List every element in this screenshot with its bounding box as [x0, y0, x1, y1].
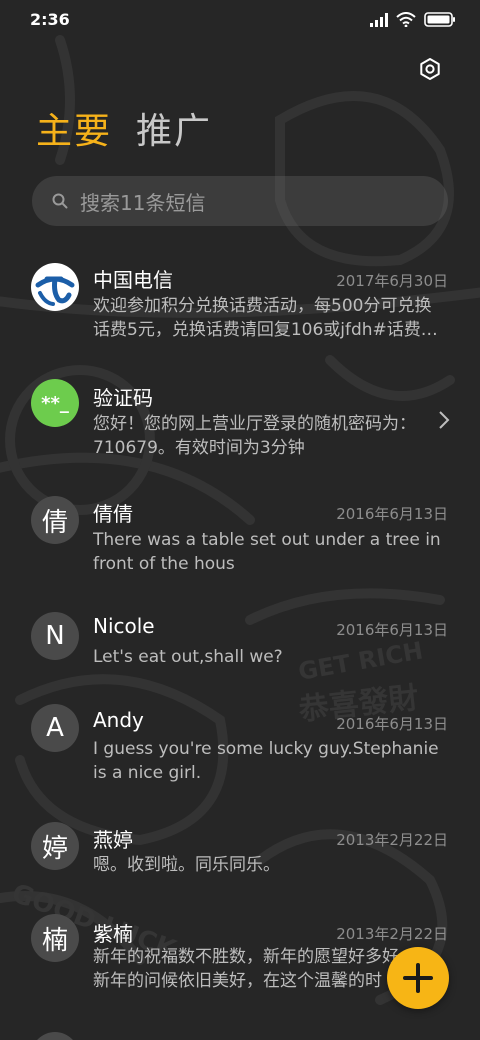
- message-date: 2016年6月13日: [336, 505, 448, 523]
- avatar: 楠: [31, 914, 79, 962]
- sender-name: 倩倩: [93, 502, 133, 526]
- conversation-item[interactable]: 倩 倩倩 2016年6月13日 There was a table set ou…: [0, 484, 480, 584]
- message-date: 2013年2月22日: [336, 925, 448, 943]
- compose-button[interactable]: [387, 947, 449, 1009]
- message-preview: 欢迎参加积分兑换话费活动，每500分可兑换 话费5元，兑换话费请回复106或jf…: [93, 294, 449, 342]
- search-icon: [52, 193, 68, 209]
- sender-name: 验证码: [93, 386, 153, 410]
- message-preview: Let's eat out,shall we?: [93, 645, 449, 669]
- battery-icon: [424, 12, 455, 27]
- message-date: 2016年6月13日: [336, 715, 448, 733]
- preview-line: There was a table set out under a tree i…: [93, 530, 441, 550]
- conversation-item[interactable]: 中国电信 2017年6月30日 欢迎参加积分兑换话费活动，每500分可兑换 话费…: [0, 250, 480, 350]
- preview-line: 新年的问候依旧美好，在这个温馨的时: [93, 971, 382, 991]
- sender-name: Andy: [93, 708, 144, 732]
- message-preview: There was a table set out under a tree i…: [93, 528, 449, 576]
- china-telecom-logo-icon: [31, 263, 79, 311]
- tab-bar: 主要 推广: [36, 108, 212, 156]
- preview-line: 话费5元，兑换话费请回复106或jfdh#话费…: [93, 320, 438, 340]
- message-date: 2017年6月30日: [336, 272, 448, 290]
- preview-line: Let's eat out,shall we?: [93, 647, 283, 667]
- preview-line: I guess you're some lucky guy.Stephanie: [93, 739, 439, 759]
- preview-line: front of the hous: [93, 554, 235, 574]
- signal-icon: [370, 12, 388, 27]
- tab-primary[interactable]: 主要: [36, 108, 112, 156]
- status-icons: [370, 12, 456, 27]
- search-bar[interactable]: 搜索11条短信: [32, 176, 448, 226]
- preview-line: 嗯。收到啦。同乐同乐。: [93, 855, 280, 875]
- sender-name: 燕婷: [93, 828, 133, 852]
- avatar-text: 楠: [41, 925, 68, 956]
- settings-button[interactable]: [418, 57, 442, 81]
- avatar: A: [31, 704, 79, 752]
- plus-icon: [403, 963, 433, 993]
- sender-name: 紫楠: [93, 922, 133, 946]
- message-date: 2016年6月13日: [336, 621, 448, 639]
- search-placeholder: 搜索11条短信: [80, 191, 206, 215]
- gear-icon: [420, 58, 440, 80]
- avatar: N: [31, 612, 79, 660]
- avatar: 婷: [31, 822, 79, 870]
- conversation-item[interactable]: **_ 验证码 您好！您的网上营业厅登录的随机密码为： 710679。有效时间为…: [0, 366, 480, 466]
- status-time: 2:36: [30, 10, 70, 29]
- message-preview: 您好！您的网上营业厅登录的随机密码为： 710679。有效时间为3分钟: [93, 412, 449, 460]
- message-preview: 嗯。收到啦。同乐同乐。: [93, 853, 449, 877]
- avatar-text: 婷: [41, 833, 68, 864]
- preview-line: 新年的祝福数不胜数，新年的愿望好多好: [93, 947, 399, 967]
- conversation-item[interactable]: A Andy 2016年6月13日 I guess you're some lu…: [0, 694, 480, 794]
- verification-code-icon: **_: [31, 379, 79, 427]
- message-preview: 新年的祝福数不胜数，新年的愿望好多好 新年的问候依旧美好，在这个温馨的时: [93, 945, 403, 993]
- conversation-item[interactable]: [0, 1024, 480, 1040]
- avatar-text: **_: [41, 392, 69, 414]
- tab-promotions[interactable]: 推广: [136, 108, 212, 156]
- conversation-item[interactable]: 婷 燕婷 2013年2月22日 嗯。收到啦。同乐同乐。: [0, 810, 480, 890]
- chevron-right-icon[interactable]: [438, 410, 450, 430]
- preview-line: 710679。有效时间为3分钟: [93, 438, 305, 458]
- avatar: [31, 1032, 79, 1040]
- message-preview: I guess you're some lucky guy.Stephanie …: [93, 737, 449, 785]
- preview-line: 您好！您的网上营业厅登录的随机密码为：: [93, 414, 416, 434]
- status-bar: 2:36: [0, 0, 480, 40]
- avatar-text: 倩: [41, 507, 68, 538]
- conversation-item[interactable]: N Nicole 2016年6月13日 Let's eat out,shall …: [0, 600, 480, 680]
- wifi-icon: [396, 12, 416, 27]
- preview-line: is a nice girl.: [93, 763, 202, 783]
- sender-name: 中国电信: [93, 268, 173, 292]
- sender-name: Nicole: [93, 614, 155, 638]
- avatar: 倩: [31, 496, 79, 544]
- preview-line: 欢迎参加积分兑换话费活动，每500分可兑换: [93, 296, 432, 316]
- avatar-text: N: [45, 621, 65, 651]
- message-date: 2013年2月22日: [336, 831, 448, 849]
- avatar-text: A: [46, 713, 64, 743]
